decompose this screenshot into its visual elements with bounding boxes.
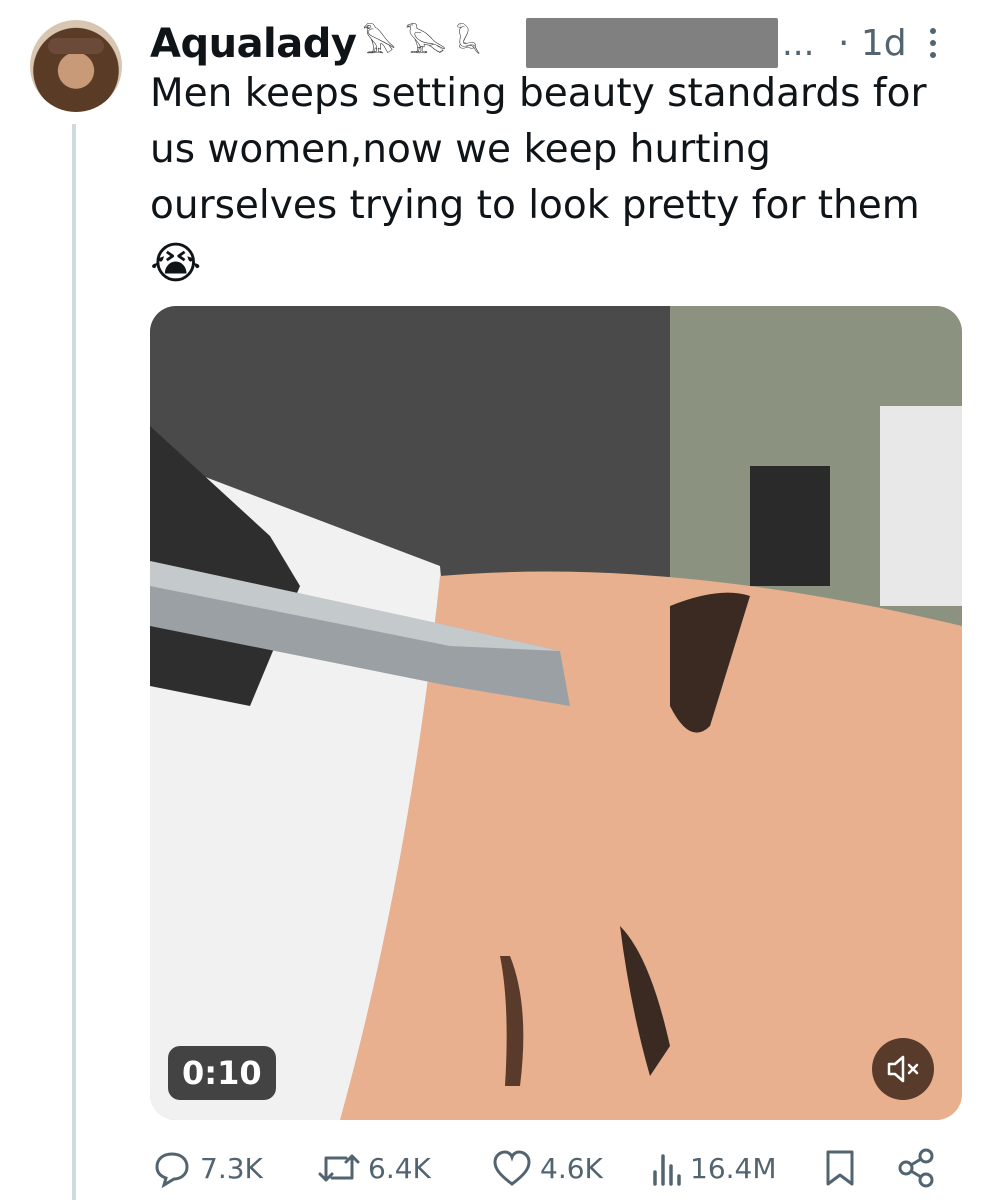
heart-icon: [493, 1150, 531, 1186]
more-options-icon[interactable]: [930, 28, 938, 60]
views-button[interactable]: 16.4M: [648, 1140, 777, 1196]
redacted-handle: [526, 18, 778, 68]
action-bar: 7.3K 6.4K 4.6K 16.4M: [150, 1140, 970, 1196]
views-chart-icon: [653, 1154, 681, 1186]
reply-button[interactable]: 7.3K: [150, 1140, 263, 1196]
like-button[interactable]: 4.6K: [490, 1140, 603, 1196]
video-frame: [150, 306, 962, 1120]
reply-icon: [155, 1152, 189, 1189]
bookmark-button[interactable]: [820, 1140, 860, 1196]
tweet-text-line: us women,now we keep hurting: [150, 127, 771, 172]
repost-icon: [318, 1154, 360, 1182]
tweet-text-line: ourselves trying to look pretty for them: [150, 183, 920, 228]
tweet-text-line: Men keeps setting beauty standards for: [150, 71, 927, 116]
bookmark-icon: [826, 1150, 854, 1186]
post-time[interactable]: · 1d: [838, 18, 907, 70]
crying-emoji: 😭: [150, 238, 202, 289]
tweet-text: Men keeps setting beauty standards for u…: [150, 66, 970, 234]
reply-count: 7.3K: [200, 1151, 263, 1185]
video-duration: 0:10: [168, 1046, 276, 1100]
speaker-muted-icon[interactable]: [872, 1038, 934, 1100]
tweet-header: Aqualady 𓅃 𓅂 𓆗 ... · 1d: [150, 18, 970, 70]
thread-line: [72, 124, 76, 1200]
like-count: 4.6K: [540, 1151, 603, 1185]
repost-button[interactable]: 6.4K: [316, 1140, 431, 1196]
repost-count: 6.4K: [368, 1151, 431, 1185]
handle-ellipsis: ...: [782, 24, 815, 64]
share-icon: [898, 1148, 934, 1188]
author-name[interactable]: Aqualady: [150, 18, 357, 70]
headband-decoration: [48, 38, 104, 54]
video-player[interactable]: [150, 306, 962, 1120]
share-button[interactable]: [894, 1140, 938, 1196]
view-count: 16.4M: [690, 1151, 777, 1185]
avatar[interactable]: [30, 20, 122, 112]
author-emoji-decoration: 𓅃 𓅂 𓆗: [362, 26, 481, 61]
